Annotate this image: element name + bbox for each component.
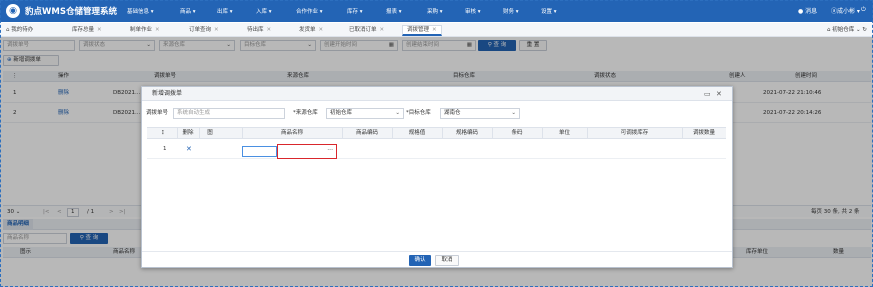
refresh-icon[interactable]: ↻ bbox=[862, 27, 867, 33]
chevron-down-icon: ⌄ bbox=[511, 110, 516, 116]
col-goods-name: 商品名称 bbox=[280, 130, 303, 136]
dialog-footer: 确认 取消 bbox=[142, 251, 732, 268]
transfer-no-label: 调拨单号 bbox=[146, 110, 169, 116]
dialog-table-row[interactable]: 1 ✕ bbox=[147, 140, 726, 159]
tab-my-todo[interactable]: ⌂ 我的待办 bbox=[6, 25, 33, 36]
menu-goods[interactable]: 商品 ▾ bbox=[180, 7, 196, 15]
close-icon[interactable]: ✕ bbox=[380, 27, 385, 33]
target-warehouse-label: *目标仓库 bbox=[406, 110, 431, 116]
user-menu[interactable]: ⓐ成小彬 ▾ bbox=[831, 6, 860, 15]
tab-transfer-management[interactable]: 调拨管理 ✕ bbox=[402, 25, 442, 36]
tab-label: 我的待办 bbox=[11, 27, 34, 33]
more-icon[interactable]: ··· bbox=[327, 145, 333, 156]
target-warehouse-field[interactable]: 湖南仓 ⌄ bbox=[440, 108, 520, 119]
tab-label: 订单查询 bbox=[189, 27, 212, 33]
delete-row-icon[interactable]: ✕ bbox=[186, 144, 192, 155]
col-goods-code: 商品编码 bbox=[355, 130, 378, 136]
tab-shipments[interactable]: 发货单 ✕ bbox=[299, 25, 323, 36]
col-spec-code: 规格编码 bbox=[455, 130, 478, 136]
source-warehouse-field[interactable]: 初始仓库 ⌄ bbox=[326, 108, 404, 119]
dialog-header: 新增调拨单 ▭ ✕ bbox=[142, 87, 732, 101]
tab-label: 调拨管理 bbox=[407, 27, 430, 33]
col-spec-value: 规格值 bbox=[408, 130, 426, 136]
close-icon[interactable]: ✕ bbox=[716, 87, 722, 101]
target-warehouse-value: 湖南仓 bbox=[444, 110, 461, 116]
source-warehouse-label: *来源仓库 bbox=[293, 110, 318, 116]
add-transfer-dialog: 新增调拨单 ▭ ✕ 调拨单号 系统自动生成 *来源仓库 初始仓库 ⌄ *目标仓库 … bbox=[141, 86, 733, 268]
menu-settings[interactable]: 设置 ▾ bbox=[541, 7, 557, 15]
tab-inventory-total[interactable]: 库存总量 ✕ bbox=[72, 25, 102, 36]
confirm-button[interactable]: 确认 bbox=[409, 255, 431, 266]
col-unit: 单位 bbox=[558, 130, 570, 136]
app-title: 豹点WMS仓储管理系统 bbox=[25, 7, 117, 17]
col-transfer-qty: 调拨数量 bbox=[692, 130, 715, 136]
close-icon[interactable]: ✕ bbox=[155, 27, 160, 33]
cancel-button[interactable]: 取消 bbox=[435, 255, 459, 266]
close-icon[interactable]: ✕ bbox=[267, 27, 272, 33]
messages-link[interactable]: ● 消息 bbox=[798, 6, 817, 15]
col-image: 图 bbox=[207, 130, 213, 136]
tab-label: 发货单 bbox=[299, 27, 316, 33]
menu-finance[interactable]: 财务 ▾ bbox=[503, 7, 519, 15]
col-barcode: 条码 bbox=[511, 130, 523, 136]
menu-outbound[interactable]: 出库 ▾ bbox=[217, 7, 233, 15]
tab-cancelled-orders[interactable]: 已取消订单 ✕ bbox=[349, 25, 384, 36]
tab-order-making[interactable]: 制单作业 ✕ bbox=[130, 25, 160, 36]
menu-reports[interactable]: 报表 ▾ bbox=[386, 7, 402, 15]
tab-bar: ⌂ 我的待办 库存总量 ✕ 制单作业 ✕ 订单查询 ✕ 待出库 ✕ 发货单 ✕ 已取消订单… bbox=[0, 23, 873, 37]
tab-label: 库存总量 bbox=[72, 27, 95, 33]
tab-pending-outbound[interactable]: 待出库 ✕ bbox=[247, 25, 271, 36]
tab-order-query[interactable]: 订单查询 ✕ bbox=[189, 25, 219, 36]
user-name: 成小彬 ▾ bbox=[837, 8, 860, 15]
logo-icon: ◉ bbox=[6, 4, 20, 18]
messages-label: 消息 bbox=[805, 8, 818, 15]
menu-audit[interactable]: 审核 ▾ bbox=[465, 7, 481, 15]
col-menu-icon[interactable]: ⋮ bbox=[160, 128, 166, 139]
chevron-down-icon: ⌄ bbox=[856, 27, 861, 33]
source-warehouse-value: 初始仓库 bbox=[330, 110, 353, 116]
warehouse-icon: ⌂ bbox=[827, 27, 831, 33]
power-icon[interactable]: ⏻ bbox=[861, 6, 866, 14]
row-index: 1 bbox=[163, 146, 167, 152]
minimize-icon[interactable]: ▭ bbox=[704, 87, 711, 101]
bell-icon: ● bbox=[798, 8, 804, 15]
menu-purchase[interactable]: 采购 ▾ bbox=[427, 7, 443, 15]
goods-name-editor[interactable] bbox=[242, 146, 277, 157]
menu-inbound[interactable]: 入库 ▾ bbox=[256, 7, 272, 15]
dialog-grid-header: ⋮ 删除 图 商品名称 商品编码 规格值 规格编码 条码 单位 可调拨库存 调拨… bbox=[147, 127, 726, 139]
warehouse-switcher[interactable]: ⌂ 初始仓库 ⌄ ↻ bbox=[827, 25, 867, 36]
col-available-stock: 可调拨库存 bbox=[620, 130, 649, 136]
home-icon: ⌂ bbox=[6, 27, 10, 33]
close-icon[interactable]: ✕ bbox=[319, 27, 324, 33]
close-icon[interactable]: ✕ bbox=[97, 27, 102, 33]
tab-label: 制单作业 bbox=[130, 27, 153, 33]
tab-label: 已取消订单 bbox=[349, 27, 377, 33]
chevron-down-icon: ⌄ bbox=[395, 110, 400, 116]
menu-inventory[interactable]: 库存 ▾ bbox=[347, 7, 363, 15]
tab-label: 待出库 bbox=[247, 27, 264, 33]
dialog-title: 新增调拨单 bbox=[152, 90, 183, 97]
warehouse-label: 初始仓库 bbox=[832, 27, 855, 33]
goods-picker-field[interactable]: ··· bbox=[277, 144, 337, 159]
menu-cooperation[interactable]: 合作作业 ▾ bbox=[296, 7, 323, 15]
col-delete: 删除 bbox=[182, 130, 194, 136]
close-icon[interactable]: ✕ bbox=[432, 27, 437, 33]
top-navbar: ◉ 豹点WMS仓储管理系统 基础信息 ▾ 商品 ▾ 出库 ▾ 入库 ▾ 合作作业… bbox=[0, 0, 873, 22]
close-icon[interactable]: ✕ bbox=[214, 27, 219, 33]
transfer-no-field[interactable]: 系统自动生成 bbox=[173, 108, 285, 119]
menu-basic[interactable]: 基础信息 ▾ bbox=[127, 7, 154, 15]
